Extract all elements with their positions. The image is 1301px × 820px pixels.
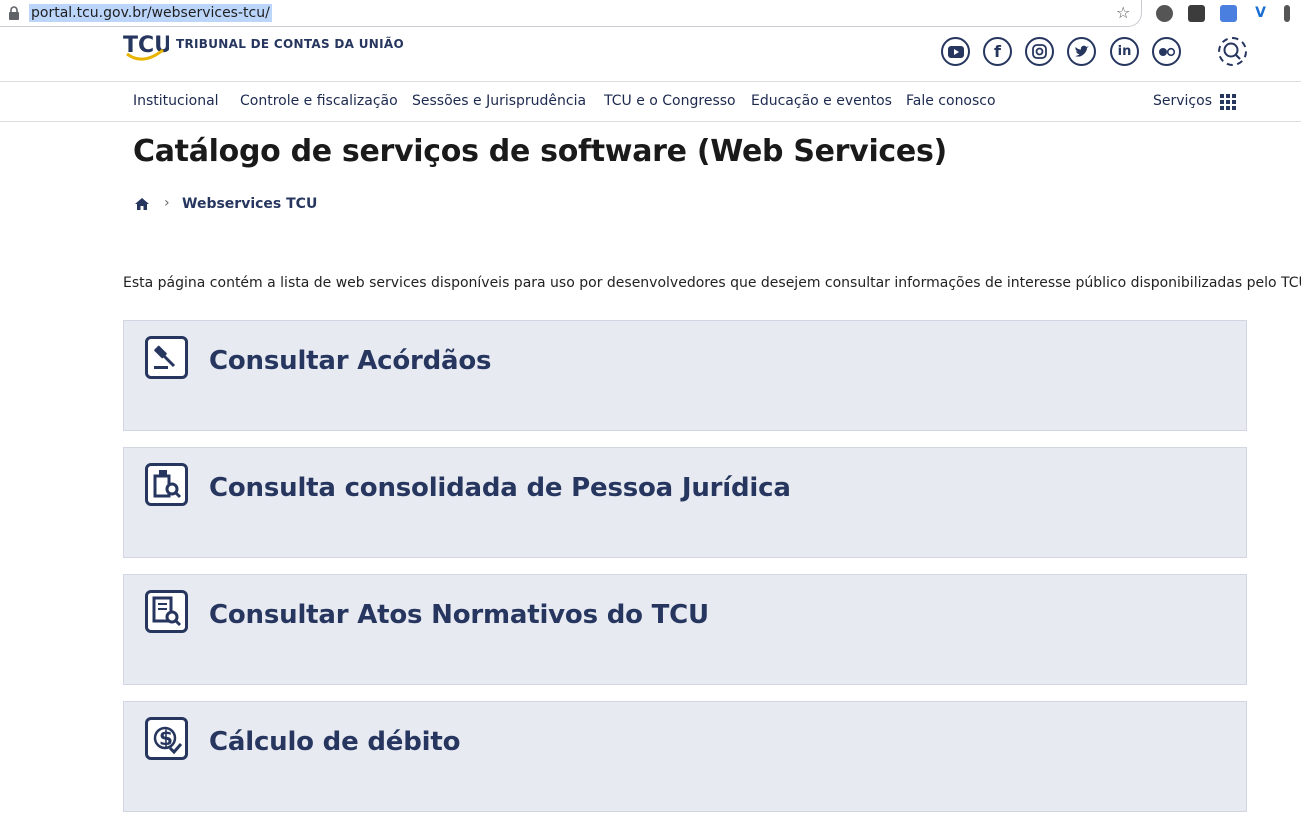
nav-item-sessoes[interactable]: Sessões e Jurisprudência [412,93,586,109]
main-nav: Institucional Controle e fiscalização Se… [0,82,1301,122]
search-button[interactable] [1218,37,1247,66]
services-menu-label[interactable]: Serviços [1153,93,1212,109]
lock-icon [9,6,19,20]
service-card[interactable]: Consultar Acórdãos [123,320,1247,431]
service-card[interactable]: Consulta consolidada de Pessoa Jurídica [123,447,1247,558]
gavel-icon [145,336,188,379]
tcu-logo-icon[interactable]: TCU [123,30,169,64]
money-check-icon: $ [145,717,188,760]
search-icon [1223,42,1241,60]
nav-item-institucional[interactable]: Institucional [133,93,219,109]
flickr-icon[interactable] [1152,37,1181,66]
nav-item-controle[interactable]: Controle e fiscalização [240,93,398,109]
translate-extension-icon[interactable] [1220,5,1237,22]
browser-toolbar: portal.tcu.gov.br/webservices-tcu/ ☆ V [0,0,1301,27]
service-card[interactable]: $ Cálculo de débito [123,701,1247,812]
document-search-icon [145,590,188,633]
url-text[interactable]: portal.tcu.gov.br/webservices-tcu/ [29,4,272,22]
logo-text[interactable]: TRIBUNAL DE CONTAS DA UNIÃO [176,37,404,51]
bookmark-star-icon[interactable]: ☆ [1116,3,1130,22]
facebook-icon[interactable]: f [983,37,1012,66]
vpn-extension-icon[interactable]: V [1252,5,1269,22]
card-title[interactable]: Consultar Acórdãos [209,346,492,376]
nav-item-fale-conosco[interactable]: Fale conosco [906,93,996,109]
linkedin-icon[interactable]: in [1110,37,1139,66]
intro-text: Esta página contém a lista de web servic… [123,275,1301,291]
download-extension-icon[interactable] [1188,5,1205,22]
page-title: Catálogo de serviços de software (Web Se… [133,134,947,169]
twitter-icon[interactable] [1067,37,1096,66]
service-card[interactable]: Consultar Atos Normativos do TCU [123,574,1247,685]
card-title[interactable]: Consulta consolidada de Pessoa Jurídica [209,473,791,503]
site-header: TCU TRIBUNAL DE CONTAS DA UNIÃO f in [0,27,1301,82]
breadcrumb-current: Webservices TCU [182,196,318,212]
instagram-icon[interactable] [1025,37,1054,66]
apps-grid-icon[interactable] [1220,94,1236,110]
address-bar[interactable]: portal.tcu.gov.br/webservices-tcu/ ☆ [0,0,1142,27]
company-search-icon [145,463,188,506]
menu-icon[interactable] [1284,5,1290,22]
card-title[interactable]: Cálculo de débito [209,727,460,757]
nav-item-educacao[interactable]: Educação e eventos [751,93,892,109]
home-icon[interactable] [134,196,150,212]
youtube-icon[interactable] [941,37,970,66]
chevron-right-icon: › [164,195,170,211]
nav-item-congresso[interactable]: TCU e o Congresso [604,93,736,109]
card-title[interactable]: Consultar Atos Normativos do TCU [209,600,709,630]
extension-icon[interactable] [1156,5,1173,22]
